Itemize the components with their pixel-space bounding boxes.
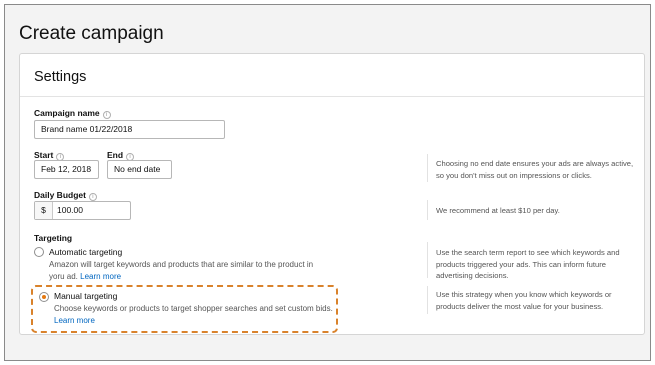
info-icon[interactable]: i [102, 111, 111, 119]
campaign-name-input[interactable]: Brand name 01/22/2018 [34, 120, 225, 139]
hint-divider [427, 242, 428, 278]
daily-budget-label: Daily Budget i [34, 190, 97, 201]
info-icon[interactable]: i [88, 193, 97, 201]
currency-prefix: $ [35, 202, 53, 219]
daily-budget-label-text: Daily Budget [34, 190, 86, 200]
automatic-learn-more-link[interactable]: Learn more [80, 272, 121, 281]
hint-divider [427, 286, 428, 314]
daily-budget-value: 100.00 [57, 205, 83, 215]
settings-title: Settings [34, 69, 87, 85]
manual-targeting-hint: Use this strategy when you know which ke… [436, 290, 612, 311]
start-date-input[interactable]: Feb 12, 2018 [34, 160, 99, 179]
budget-hint: We recommend at least $10 per day. [436, 206, 560, 215]
end-label-text: End [107, 150, 124, 160]
screenshot-frame: Create campaign Settings Campaign name i … [4, 4, 651, 361]
settings-header: Settings [20, 54, 644, 97]
end-date-hint: Choosing no end date ensures your ads ar… [436, 159, 634, 180]
campaign-name-value: Brand name 01/22/2018 [41, 124, 133, 134]
daily-budget-input[interactable]: $100.00 [34, 201, 131, 220]
manual-targeting-highlight [31, 285, 338, 333]
end-date-value: No end date [114, 164, 161, 174]
hint-divider [427, 154, 428, 182]
hint-divider [427, 200, 428, 220]
automatic-targeting-radio[interactable] [34, 247, 44, 257]
start-label-text: Start [34, 150, 54, 160]
campaign-name-label: Campaign name i [34, 108, 111, 119]
end-date-input[interactable]: No end date [107, 160, 172, 179]
start-date-value: Feb 12, 2018 [41, 164, 92, 174]
automatic-targeting-title[interactable]: Automatic targeting [49, 247, 122, 257]
campaign-name-label-text: Campaign name [34, 108, 100, 118]
automatic-targeting-description: Amazon will target keywords and products… [49, 259, 329, 283]
page-title: Create campaign [19, 23, 164, 44]
targeting-label: Targeting [34, 233, 73, 243]
automatic-targeting-hint: Use the search term report to see which … [436, 248, 620, 281]
